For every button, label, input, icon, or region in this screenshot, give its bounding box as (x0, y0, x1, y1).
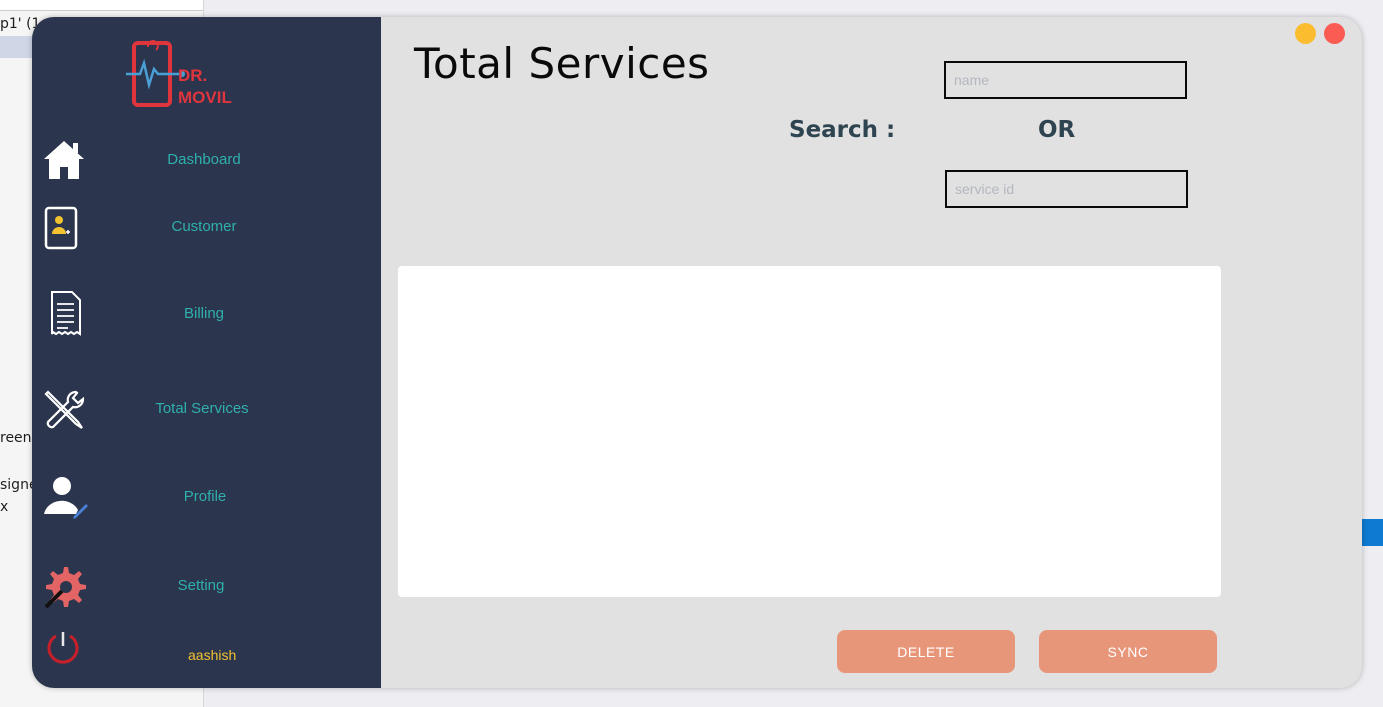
sidebar-item-setting[interactable]: Setting (32, 561, 381, 611)
close-button[interactable] (1324, 23, 1345, 44)
current-user-name: aashish (188, 647, 237, 663)
sidebar: DR. MOVIL Dashboard Customer Billing Tot… (32, 17, 381, 688)
background-toolbar (0, 0, 203, 11)
sidebar-item-customer[interactable]: Customer (32, 202, 381, 252)
sync-button[interactable]: SYNC (1039, 630, 1217, 673)
sidebar-item-total-services[interactable]: Total Services (32, 384, 381, 434)
service-id-search-input[interactable] (945, 170, 1188, 208)
logo-text-movil: MOVIL (178, 88, 232, 107)
minimize-button[interactable] (1295, 23, 1316, 44)
delete-button[interactable]: DELETE (837, 630, 1015, 673)
or-label: OR (1038, 117, 1076, 143)
page-title: Total Services (414, 39, 710, 88)
wrench-screwdriver-icon (44, 390, 85, 429)
sidebar-item-label: Dashboard (167, 151, 241, 168)
app-logo: DR. MOVIL (126, 40, 232, 107)
power-icon[interactable] (45, 630, 81, 666)
sidebar-item-billing[interactable]: Billing (32, 289, 381, 339)
background-scroll-marker (1362, 519, 1383, 546)
main-content: Total Services Search : OR DELETE SYNC (381, 17, 1362, 688)
sidebar-item-label: Profile (183, 488, 227, 505)
sidebar-item-label: Setting (177, 577, 225, 594)
sidebar-item-label: Total Services (155, 400, 249, 417)
search-label: Search : (789, 117, 896, 143)
gear-icon (44, 567, 86, 609)
app-window: DR. MOVIL Dashboard Customer Billing Tot… (32, 17, 1362, 688)
services-table[interactable] (398, 266, 1221, 597)
home-icon (44, 141, 84, 179)
customer-card-icon (44, 206, 78, 250)
background-text-fragment: x (0, 499, 9, 515)
logo-text-dr: DR. (178, 66, 207, 85)
sidebar-item-label: Customer (171, 218, 237, 235)
sidebar-item-profile[interactable]: Profile (32, 472, 381, 522)
background-text-fragment: reen. (0, 430, 36, 446)
sidebar-item-label: Billing (183, 305, 225, 322)
name-search-input[interactable] (944, 61, 1187, 99)
sidebar-item-dashboard[interactable]: Dashboard (32, 135, 381, 185)
user-edit-icon (44, 477, 88, 519)
receipt-icon (51, 291, 81, 336)
